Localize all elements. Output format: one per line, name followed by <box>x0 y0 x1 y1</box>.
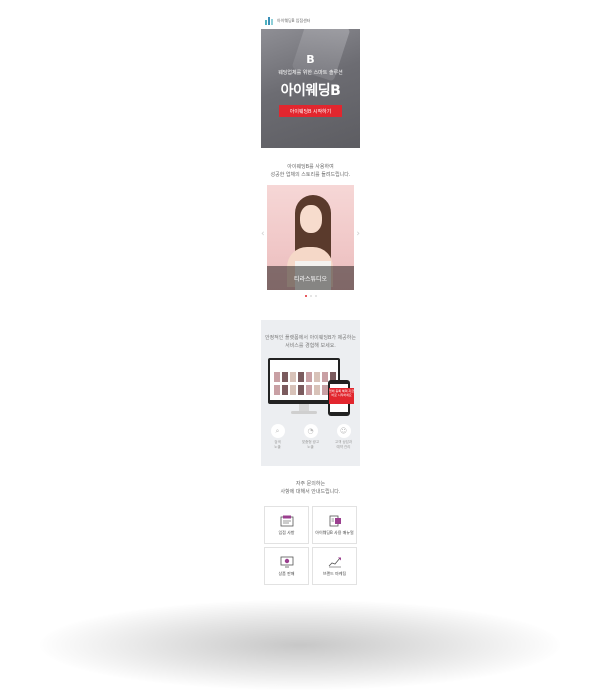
mobile-page: 아이웨딩B 입점센터 B 웨딩업체를 위한 스마트 솔루션 아이웨딩B 아이웨딩… <box>261 12 360 585</box>
brand-logo-icon[interactable] <box>265 16 274 25</box>
hero-banner: B 웨딩업체를 위한 스마트 솔루션 아이웨딩B 아이웨딩B 시작하기 <box>261 29 360 148</box>
chart-icon: ◔ <box>303 424 318 438</box>
platform-line-1: 안정적인 플랫폼에서 아이웨딩B가 제공하는 <box>264 335 356 341</box>
faq-line-2: 사항에 대해서 안내드립니다. <box>280 489 341 495</box>
pagination-dot[interactable] <box>309 295 312 297</box>
faq-card-sales[interactable]: 상품 판매 <box>264 547 309 585</box>
slide-photo-face <box>300 205 322 233</box>
story-slider[interactable]: ‹ 티라스튜디오 › <box>261 185 360 305</box>
manual-icon <box>329 515 341 527</box>
feature-icons: ⌕ 검색 노출 ◔ 맞춤형 광고 노출 ☺ 고객 상담과 예약 관리 <box>261 424 360 450</box>
feature-label: 예약 관리 <box>336 445 351 449</box>
faq-card-label: 브랜드 마케팅 <box>322 571 347 576</box>
faq-card-label: 입점 사항 <box>278 530 295 535</box>
brand-name[interactable]: 아이웨딩B 입점센터 <box>277 18 310 24</box>
search-icon: ⌕ <box>270 424 285 438</box>
slider-prev-icon[interactable]: ‹ <box>261 229 265 239</box>
feature-label: 노출 <box>274 445 281 449</box>
site-header: 아이웨딩B 입점센터 <box>261 12 360 29</box>
faq-grid: 입점 사항 아이웨딩B 사용 매뉴얼 상품 판매 브랜드 마케팅 <box>264 506 357 585</box>
faq-line-1: 자주 문의하는 <box>295 481 326 487</box>
people-icon: ☺ <box>336 424 351 438</box>
faq-card-registration[interactable]: 입점 사항 <box>264 506 309 544</box>
hero-title: 아이웨딩B <box>280 83 341 99</box>
faq-card-label: 상품 판매 <box>278 571 295 576</box>
story-slide[interactable]: 티라스튜디오 <box>267 185 354 290</box>
platform-intro: 안정적인 플랫폼에서 아이웨딩B가 제공하는 서비스를 경험해 보세요. <box>261 320 360 350</box>
faq-card-label: 아이웨딩B 사용 매뉴얼 <box>315 530 354 535</box>
platform-section: 안정적인 플랫폼에서 아이웨딩B가 제공하는 서비스를 경험해 보세요. 업체 … <box>261 320 360 466</box>
page-drop-shadow <box>40 600 560 690</box>
document-icon <box>280 515 293 527</box>
slider-next-icon[interactable]: › <box>356 229 360 239</box>
faq-card-marketing[interactable]: 브랜드 마케팅 <box>312 547 357 585</box>
start-button[interactable]: 아이웨딩B 시작하기 <box>279 105 342 117</box>
promo-banner: 업체 등록 혜택 지금 바로 시작하세요 <box>329 388 354 404</box>
slide-caption: 티라스튜디오 <box>267 266 354 290</box>
slider-pagination <box>261 295 360 297</box>
screen-thumbnail-row <box>274 372 336 382</box>
hero-b-logo: B <box>306 53 315 66</box>
faq-intro: 자주 문의하는 사항에 대해서 안내드립니다. <box>261 480 360 496</box>
monitor-icon <box>280 556 293 568</box>
hero-tagline: 웨딩업체를 위한 스마트 솔루션 <box>278 70 343 76</box>
pagination-dot[interactable] <box>304 295 307 297</box>
growth-chart-icon <box>328 557 341 568</box>
feature-label: 노출 <box>307 445 314 449</box>
feature-item: ☺ 고객 상담과 예약 관리 <box>329 424 359 450</box>
intro-line-2: 성공한 업체의 스토리를 들려드립니다. <box>270 172 351 178</box>
screen-thumbnail-row <box>274 385 336 395</box>
platform-line-2: 서비스를 경험해 보세요. <box>285 343 336 349</box>
faq-card-manual[interactable]: 아이웨딩B 사용 매뉴얼 <box>312 506 357 544</box>
feature-item: ⌕ 검색 노출 <box>263 424 293 450</box>
monitor-base <box>291 411 317 414</box>
intro-line-1: 아이웨딩B를 사용하여 <box>287 164 334 170</box>
success-stories-intro: 아이웨딩B를 사용하여 성공한 업체의 스토리를 들려드립니다. <box>261 163 360 179</box>
pagination-dot[interactable] <box>314 295 317 297</box>
feature-item: ◔ 맞춤형 광고 노출 <box>296 424 326 450</box>
